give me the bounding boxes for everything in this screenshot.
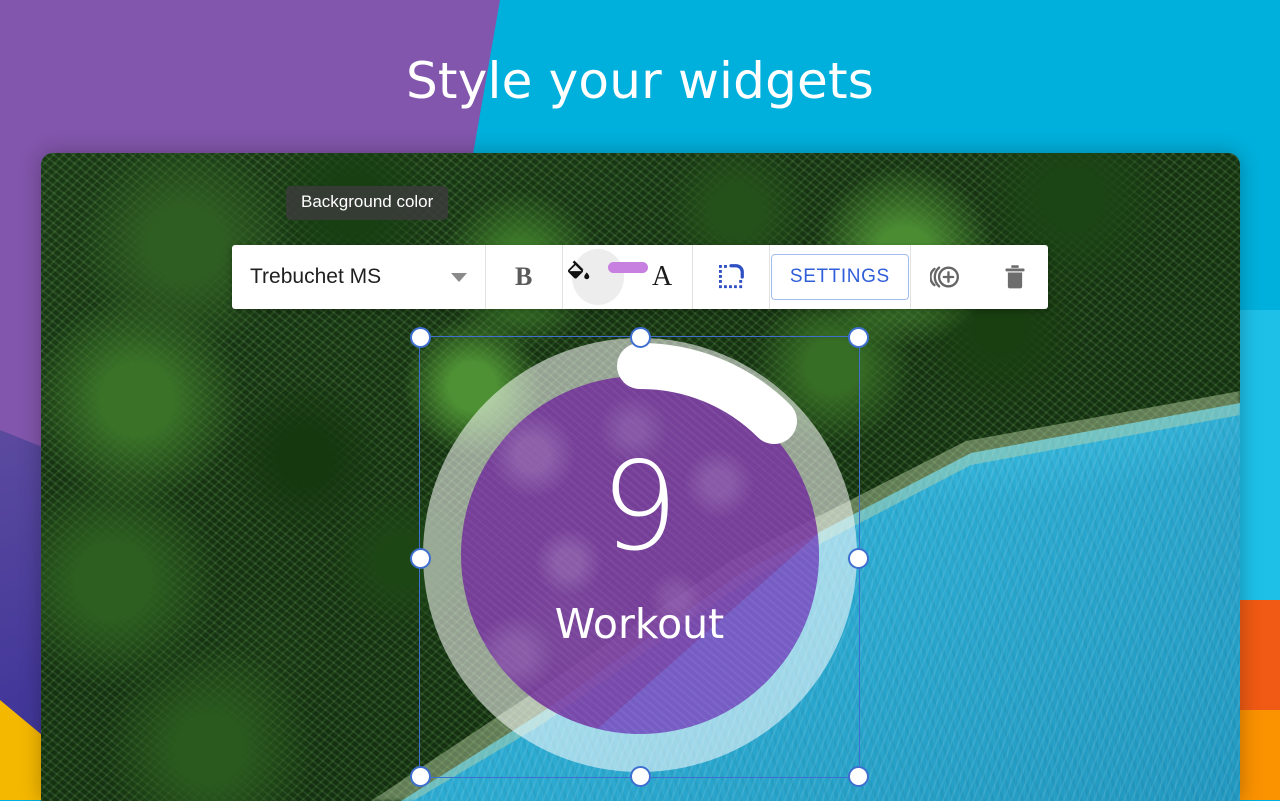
selection-outline <box>419 336 860 778</box>
resize-handle-top-center[interactable] <box>630 327 651 348</box>
background-color-button[interactable] <box>563 245 648 309</box>
text-color-label: A <box>651 261 673 292</box>
resize-handle-middle-right[interactable] <box>848 548 869 569</box>
add-circle-icon <box>930 266 960 288</box>
resize-handle-bottom-right[interactable] <box>848 766 869 787</box>
device-screen: 9 Workout Background color Trebuchet MS … <box>41 153 1240 801</box>
trash-icon <box>1005 265 1025 289</box>
promo-title: Style your widgets <box>405 52 875 110</box>
font-family-value: Trebuchet MS <box>250 265 382 288</box>
delete-button[interactable] <box>981 245 1048 309</box>
resize-handle-middle-left[interactable] <box>410 548 431 569</box>
resize-handle-top-left[interactable] <box>410 327 431 348</box>
bold-label: B <box>515 262 533 291</box>
text-color-button[interactable]: A <box>633 245 692 309</box>
border-radius-icon <box>718 264 744 289</box>
background-color-swatch <box>607 261 648 273</box>
settings-button[interactable]: SETTINGS <box>770 254 909 300</box>
settings-cell: SETTINGS <box>770 245 911 309</box>
bold-button[interactable]: B <box>486 245 562 309</box>
chevron-down-icon <box>450 272 467 282</box>
paint-bucket-icon <box>567 260 589 280</box>
resize-handle-bottom-center[interactable] <box>630 766 651 787</box>
duplicate-button[interactable] <box>911 245 981 309</box>
font-family-picker[interactable]: Trebuchet MS <box>232 245 485 309</box>
widget-style-toolbar: Trebuchet MS B A SETTINGS <box>232 245 1048 309</box>
resize-handle-bottom-left[interactable] <box>410 766 431 787</box>
corner-radius-button[interactable] <box>693 245 769 309</box>
tooltip-background-color: Background color <box>286 186 449 220</box>
resize-handle-top-right[interactable] <box>848 327 869 348</box>
selection-frame[interactable] <box>410 327 869 787</box>
